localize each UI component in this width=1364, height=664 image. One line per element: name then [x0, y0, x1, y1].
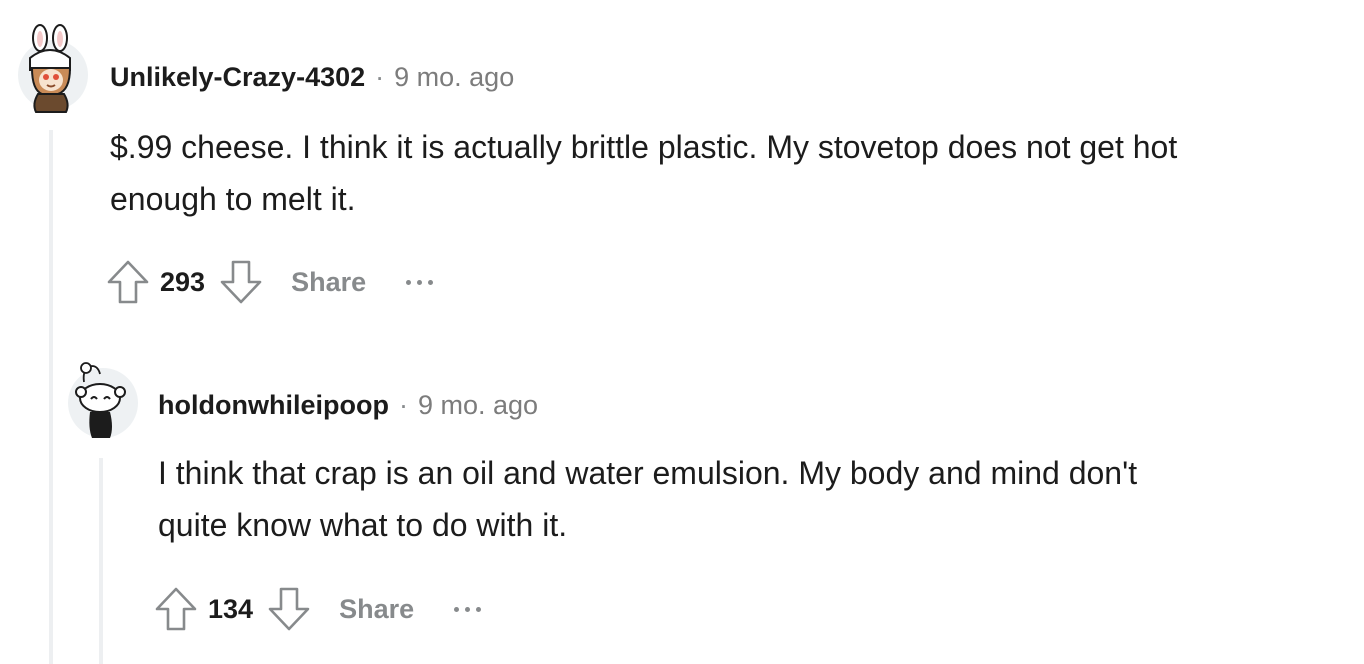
timestamp[interactable]: 9 mo. ago [394, 62, 514, 93]
upvote-button[interactable] [152, 585, 200, 633]
comment-body-line: $.99 cheese. I think it is actually brit… [110, 129, 1178, 165]
thread-line[interactable] [49, 130, 53, 664]
upvote-arrow-icon [107, 260, 149, 304]
bunny-hood-avatar-icon [29, 24, 72, 113]
comment-body-line: I think that crap is an oil and water em… [158, 455, 1138, 491]
more-dot-icon [476, 606, 482, 612]
upvote-arrow-icon [155, 587, 197, 631]
separator-dot: · [398, 389, 408, 420]
share-button[interactable]: Share [339, 594, 414, 625]
more-dot-icon [417, 279, 423, 285]
comment-body-line: quite know what to do with it. [158, 507, 568, 543]
thread-line[interactable] [99, 458, 103, 664]
more-dot-icon [428, 279, 434, 285]
comment-actions: 134 Share [152, 581, 482, 637]
comment-meta: holdonwhileipoop · 9 mo. ago [158, 387, 538, 423]
comment-meta: Unlikely-Crazy-4302 · 9 mo. ago [110, 59, 514, 95]
comment-body: $.99 cheese. I think it is actually brit… [110, 121, 1360, 225]
downvote-button[interactable] [265, 585, 313, 633]
more-dot-icon [454, 606, 460, 612]
username[interactable]: Unlikely-Crazy-4302 [110, 62, 365, 93]
avatar[interactable] [68, 362, 138, 438]
share-button[interactable]: Share [291, 267, 366, 298]
username[interactable]: holdonwhileipoop [158, 390, 389, 421]
more-options-button[interactable] [454, 594, 482, 624]
more-dot-icon [406, 279, 412, 285]
comment-body: I think that crap is an oil and water em… [158, 447, 1358, 551]
separator-dot: · [375, 61, 385, 92]
downvote-arrow-icon [220, 260, 262, 304]
upvote-button[interactable] [104, 258, 152, 306]
timestamp[interactable]: 9 mo. ago [418, 390, 538, 421]
downvote-arrow-icon [268, 587, 310, 631]
downvote-button[interactable] [217, 258, 265, 306]
comment-actions: 293 Share [104, 254, 434, 310]
comment-body-line: enough to melt it. [110, 181, 356, 217]
avatar[interactable] [18, 24, 88, 113]
more-options-button[interactable] [406, 267, 434, 297]
more-dot-icon [465, 606, 471, 612]
vote-score: 134 [208, 593, 254, 624]
vote-score: 293 [160, 266, 206, 297]
default-snoo-avatar-icon [75, 362, 126, 438]
